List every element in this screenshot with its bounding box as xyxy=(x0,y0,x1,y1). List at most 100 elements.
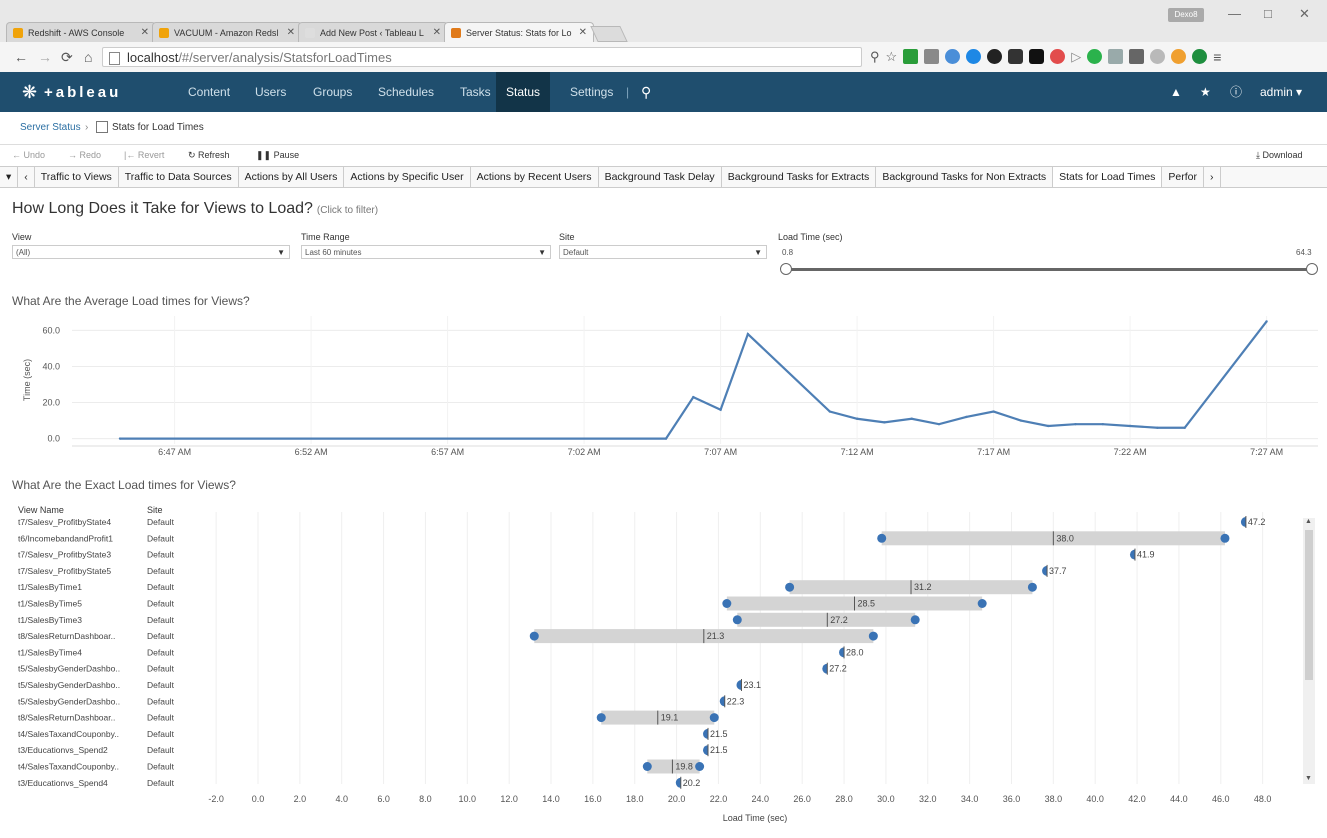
nav-schedules[interactable]: Schedules xyxy=(368,72,444,112)
max-load-dot[interactable] xyxy=(977,599,987,608)
nav-status[interactable]: Status xyxy=(496,72,551,112)
home-icon[interactable]: ⌂ xyxy=(84,49,92,65)
revert-button[interactable]: |← Revert xyxy=(124,150,164,160)
line-point[interactable] xyxy=(855,417,859,420)
average-load-series-line[interactable] xyxy=(120,320,1268,440)
sheet-tab[interactable]: Background Tasks for Extracts xyxy=(722,167,877,187)
load-range-band[interactable] xyxy=(737,612,916,627)
nav-users[interactable]: Users xyxy=(245,72,296,112)
row-view-name[interactable]: t4/SalesTaxandCouponby.. xyxy=(18,729,119,739)
sheet-tab[interactable]: Actions by Specific User xyxy=(344,167,471,187)
load-time-slider-max-handle[interactable] xyxy=(1306,263,1318,275)
new-tab-button[interactable] xyxy=(590,26,628,42)
single-load-dot[interactable] xyxy=(719,696,725,707)
breadcrumb-root[interactable]: Server Status xyxy=(20,122,81,133)
close-tab-icon[interactable]: ✕ xyxy=(579,27,587,38)
extension-icon[interactable] xyxy=(1192,49,1208,64)
min-load-dot[interactable] xyxy=(642,762,652,771)
extension-icon[interactable] xyxy=(1171,49,1187,64)
scrollbar-thumb[interactable] xyxy=(1305,530,1313,680)
minimize-icon[interactable]: — xyxy=(1228,6,1241,21)
single-load-dot[interactable] xyxy=(1129,549,1135,560)
nav-groups[interactable]: Groups xyxy=(303,72,362,112)
line-point[interactable] xyxy=(719,408,722,411)
sheet-tab[interactable]: Traffic to Data Sources xyxy=(119,167,239,187)
tabs-next-icon[interactable]: › xyxy=(1204,167,1221,187)
max-load-dot[interactable] xyxy=(868,631,878,641)
browser-tab[interactable]: Add New Post ‹ Tableau L ✕ xyxy=(298,22,448,42)
line-point[interactable] xyxy=(1128,424,1132,428)
row-view-name[interactable]: t5/SalesbyGenderDashbo.. xyxy=(18,664,120,674)
search-icon[interactable]: ⚲ xyxy=(641,72,651,112)
line-point[interactable] xyxy=(910,417,913,420)
download-button[interactable]: ⤓ Download xyxy=(1256,150,1303,161)
single-load-dot[interactable] xyxy=(822,663,828,674)
time-range-dropdown[interactable]: Last 60 minutes ▼ xyxy=(301,245,551,259)
line-point[interactable] xyxy=(1156,426,1159,429)
line-point[interactable] xyxy=(118,437,122,440)
sheet-tab[interactable]: Perfor xyxy=(1162,167,1204,187)
sheet-tab[interactable]: Stats for Load Times xyxy=(1053,167,1163,187)
line-point[interactable] xyxy=(664,437,668,440)
min-load-dot[interactable] xyxy=(732,615,742,625)
row-view-name[interactable]: t3/Educationvs_Spend2 xyxy=(18,745,108,755)
info-icon[interactable]: ⓘ xyxy=(1230,72,1242,112)
extension-icon[interactable] xyxy=(945,49,961,64)
view-filter-dropdown[interactable]: (All) ▼ xyxy=(12,245,290,259)
single-load-dot[interactable] xyxy=(702,745,708,756)
tabs-prev-icon[interactable]: ‹ xyxy=(18,167,35,187)
key-icon[interactable]: ⚲ xyxy=(870,49,880,65)
row-view-name[interactable]: t4/SalesTaxandCouponby.. xyxy=(18,762,119,772)
min-load-dot[interactable] xyxy=(785,582,795,592)
min-load-dot[interactable] xyxy=(529,631,539,641)
back-icon[interactable]: ← xyxy=(14,49,28,65)
line-point[interactable] xyxy=(1101,422,1105,426)
extension-icon[interactable] xyxy=(987,49,1003,64)
max-load-dot[interactable] xyxy=(1220,533,1230,543)
line-point[interactable] xyxy=(1183,426,1186,429)
row-view-name[interactable]: t1/SalesByTime1 xyxy=(18,582,82,592)
extension-icon[interactable] xyxy=(924,49,940,64)
bookmark-star-icon[interactable]: ☆ xyxy=(886,49,898,65)
user-menu[interactable]: admin ▾ xyxy=(1260,72,1302,112)
browser-tab[interactable]: VACUUM - Amazon Redsl ✕ xyxy=(152,22,302,42)
line-point[interactable] xyxy=(883,421,886,424)
single-load-dot[interactable] xyxy=(1240,517,1246,527)
maximize-icon[interactable]: □ xyxy=(1264,6,1272,21)
row-view-name[interactable]: t1/SalesByTime3 xyxy=(18,615,82,625)
sheet-tab[interactable]: Actions by All Users xyxy=(239,167,345,187)
row-view-name[interactable]: t7/Salesv_ProfitbyState5 xyxy=(18,566,111,576)
single-load-dot[interactable] xyxy=(839,647,845,658)
extension-icon[interactable] xyxy=(1050,49,1066,64)
sheet-tab[interactable]: Traffic to Views xyxy=(35,167,119,187)
line-point[interactable] xyxy=(828,410,831,413)
alert-icon[interactable]: ▲ xyxy=(1170,72,1182,112)
sheet-tab[interactable]: Actions by Recent Users xyxy=(471,167,599,187)
extension-icon[interactable] xyxy=(1087,49,1103,64)
row-view-name[interactable]: t7/Salesv_ProfitbyState4 xyxy=(18,517,111,527)
max-load-dot[interactable] xyxy=(1027,582,1037,592)
single-load-dot[interactable] xyxy=(736,680,742,690)
row-view-name[interactable]: t8/SalesReturnDashboar.. xyxy=(18,631,115,641)
max-load-dot[interactable] xyxy=(709,713,719,723)
tableau-logo[interactable]: +ableau xyxy=(44,84,121,101)
reload-icon[interactable]: ⟳ xyxy=(61,49,73,66)
close-tab-icon[interactable]: ✕ xyxy=(141,27,149,38)
sheet-tab[interactable]: Background Tasks for Non Extracts xyxy=(876,167,1054,187)
min-load-dot[interactable] xyxy=(722,599,732,608)
close-tab-icon[interactable]: ✕ xyxy=(287,27,295,38)
load-time-slider-track[interactable] xyxy=(786,268,1312,271)
nav-content[interactable]: Content xyxy=(178,72,240,112)
exact-load-gantt-chart[interactable]: -2.0 0.0 2.0 4.0 6.0 8.0 10.0 12.0 14.0 16.0 18.0 2… xyxy=(0,512,1300,828)
min-load-dot[interactable] xyxy=(877,533,887,543)
extension-icon[interactable] xyxy=(903,49,919,64)
sheet-tab[interactable]: Background Task Delay xyxy=(599,167,722,187)
extension-icon[interactable] xyxy=(966,49,982,64)
extension-icon[interactable] xyxy=(1108,49,1124,64)
extension-icon[interactable] xyxy=(1129,49,1145,64)
min-load-dot[interactable] xyxy=(596,713,606,723)
average-load-line-chart[interactable]: 60.0 40.0 20.0 0.0 Time (sec) 6:47 AM 6:52 AM 6… xyxy=(0,312,1327,472)
nav-settings[interactable]: Settings xyxy=(560,72,623,112)
play-icon[interactable]: ▷ xyxy=(1071,49,1081,65)
extension-icon[interactable] xyxy=(1150,49,1166,64)
